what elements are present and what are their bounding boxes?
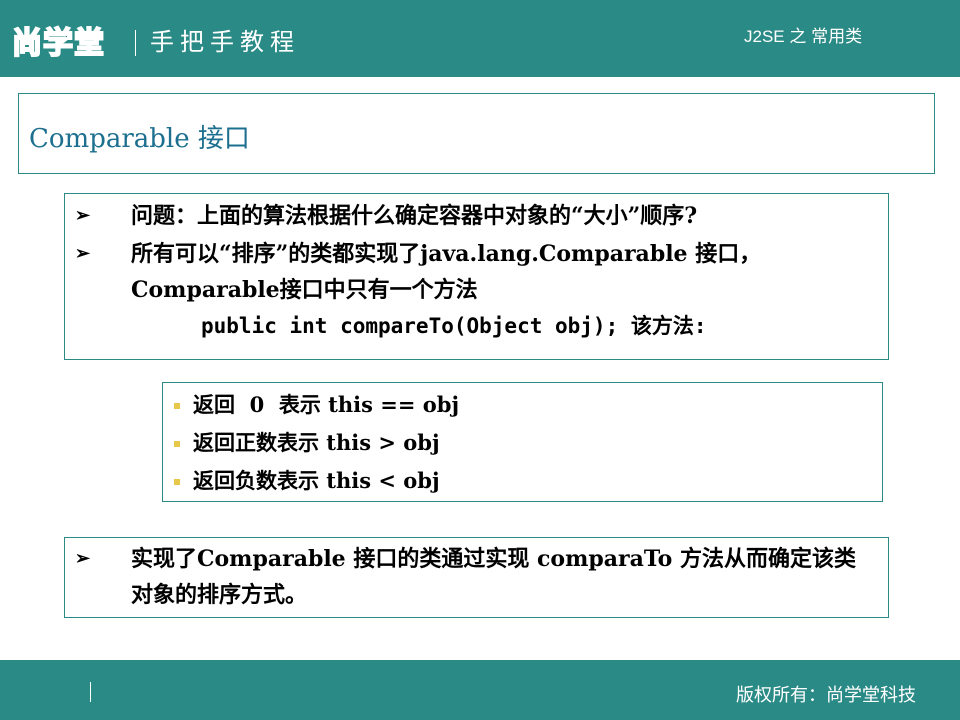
copyright-text: 版权所有：尚学堂科技 — [736, 685, 916, 706]
square-bullet-icon — [174, 441, 180, 447]
footer-bar: 版权所有：尚学堂科技 — [0, 660, 960, 720]
course-title: J2SE 之 常用类 — [744, 27, 863, 46]
bullet-text: 所有可以“排序”的类都实现了java.lang.Comparable 接口，Co… — [131, 241, 762, 303]
arrow-bullet-icon: ➢ — [75, 205, 91, 226]
return-values-box: 返回 0 表示 this == obj 返回正数表示 this > obj 返回… — [162, 382, 883, 502]
arrow-bullet-icon: ➢ — [75, 548, 91, 569]
header-bar: 尚学堂 手把手教程 J2SE 之 常用类 — [0, 0, 960, 77]
bullet-text: 问题：上面的算法根据什么确定容器中对象的“大小”顺序? — [131, 203, 698, 229]
brand-logo: 尚学堂 — [11, 25, 105, 62]
square-bullet-icon — [174, 403, 180, 409]
summary-box: ➢ 实现了Comparable 接口的类通过实现 comparaTo 方法从而确… — [64, 537, 889, 618]
brand-subtitle: 手把手教程 — [150, 28, 300, 56]
sub-bullet-text: 返回负数表示 this < obj — [193, 468, 440, 493]
slide-title-box: Comparable 接口 — [18, 93, 935, 174]
sub-bullet-text: 返回 0 表示 this == obj — [193, 392, 460, 417]
bullet-text: 实现了Comparable 接口的类通过实现 comparaTo 方法从而确定该… — [131, 546, 857, 608]
footer-divider — [90, 682, 91, 702]
code-signature: public int compareTo(Object obj); 该方法: — [201, 314, 707, 338]
header-divider — [135, 30, 136, 56]
sub-bullet-text: 返回正数表示 this > obj — [193, 430, 440, 455]
bullets-box: ➢ 问题：上面的算法根据什么确定容器中对象的“大小”顺序? ➢ 所有可以“排序”… — [64, 193, 889, 360]
arrow-bullet-icon: ➢ — [75, 243, 91, 264]
slide-title: Comparable 接口 — [29, 124, 250, 154]
square-bullet-icon — [174, 479, 180, 485]
